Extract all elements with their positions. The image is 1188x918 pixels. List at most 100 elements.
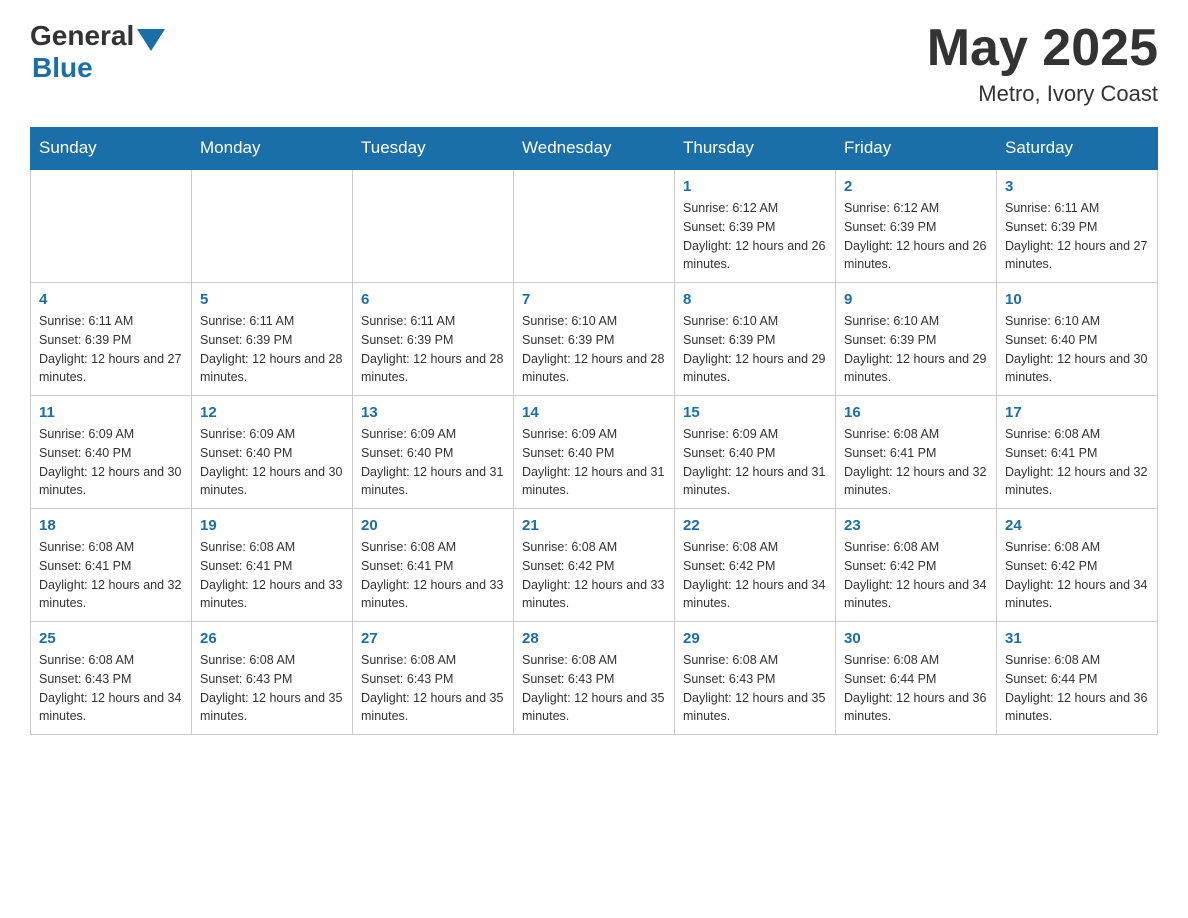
day-info: Sunrise: 6:10 AM Sunset: 6:39 PM Dayligh… [683,312,827,387]
calendar-cell: 21 Sunrise: 6:08 AM Sunset: 6:42 PM Dayli… [514,509,675,622]
day-info: Sunrise: 6:09 AM Sunset: 6:40 PM Dayligh… [361,425,505,500]
calendar-cell: 12 Sunrise: 6:09 AM Sunset: 6:40 PM Dayli… [192,396,353,509]
day-of-week-header: Saturday [997,128,1158,170]
calendar-cell: 5 Sunrise: 6:11 AM Sunset: 6:39 PM Daylig… [192,283,353,396]
day-number: 20 [361,517,505,534]
calendar-cell: 27 Sunrise: 6:08 AM Sunset: 6:43 PM Dayli… [353,622,514,735]
location-title: Metro, Ivory Coast [927,81,1158,107]
day-info: Sunrise: 6:08 AM Sunset: 6:42 PM Dayligh… [522,538,666,613]
calendar-cell: 3 Sunrise: 6:11 AM Sunset: 6:39 PM Daylig… [997,169,1158,283]
calendar-week-row: 18 Sunrise: 6:08 AM Sunset: 6:41 PM Dayli… [31,509,1158,622]
day-number: 17 [1005,404,1149,421]
day-info: Sunrise: 6:08 AM Sunset: 6:43 PM Dayligh… [361,651,505,726]
day-info: Sunrise: 6:10 AM Sunset: 6:39 PM Dayligh… [844,312,988,387]
day-info: Sunrise: 6:08 AM Sunset: 6:41 PM Dayligh… [200,538,344,613]
calendar-cell: 4 Sunrise: 6:11 AM Sunset: 6:39 PM Daylig… [31,283,192,396]
day-info: Sunrise: 6:08 AM Sunset: 6:44 PM Dayligh… [1005,651,1149,726]
calendar-cell: 10Sunrise: 6:10 AM Sunset: 6:40 PM Dayli… [997,283,1158,396]
logo: General Blue [30,20,165,84]
day-info: Sunrise: 6:08 AM Sunset: 6:43 PM Dayligh… [522,651,666,726]
day-info: Sunrise: 6:08 AM Sunset: 6:42 PM Dayligh… [683,538,827,613]
calendar-cell: 16Sunrise: 6:08 AM Sunset: 6:41 PM Dayli… [836,396,997,509]
day-info: Sunrise: 6:08 AM Sunset: 6:44 PM Dayligh… [844,651,988,726]
day-number: 9 [844,291,988,308]
calendar-cell: 1 Sunrise: 6:12 AM Sunset: 6:39 PM Daylig… [675,169,836,283]
day-info: Sunrise: 6:09 AM Sunset: 6:40 PM Dayligh… [200,425,344,500]
calendar-cell: 25 Sunrise: 6:08 AM Sunset: 6:43 PM Dayli… [31,622,192,735]
calendar-cell: 26Sunrise: 6:08 AM Sunset: 6:43 PM Dayli… [192,622,353,735]
day-number: 31 [1005,630,1149,647]
calendar-cell: 20 Sunrise: 6:08 AM Sunset: 6:41 PM Dayli… [353,509,514,622]
day-number: 24 [1005,517,1149,534]
day-info: Sunrise: 6:09 AM Sunset: 6:40 PM Dayligh… [522,425,666,500]
day-info: Sunrise: 6:08 AM Sunset: 6:43 PM Dayligh… [683,651,827,726]
calendar-header: SundayMondayTuesdayWednesdayThursdayFrid… [31,128,1158,170]
days-of-week-row: SundayMondayTuesdayWednesdayThursdayFrid… [31,128,1158,170]
day-info: Sunrise: 6:10 AM Sunset: 6:40 PM Dayligh… [1005,312,1149,387]
calendar-cell: 7 Sunrise: 6:10 AM Sunset: 6:39 PM Daylig… [514,283,675,396]
calendar-cell: 24 Sunrise: 6:08 AM Sunset: 6:42 PM Dayli… [997,509,1158,622]
day-number: 18 [39,517,183,534]
calendar-cell: 19Sunrise: 6:08 AM Sunset: 6:41 PM Dayli… [192,509,353,622]
day-number: 4 [39,291,183,308]
calendar-week-row: 11Sunrise: 6:09 AM Sunset: 6:40 PM Dayli… [31,396,1158,509]
day-of-week-header: Sunday [31,128,192,170]
calendar-cell: 2 Sunrise: 6:12 AM Sunset: 6:39 PM Daylig… [836,169,997,283]
day-number: 23 [844,517,988,534]
day-number: 28 [522,630,666,647]
day-number: 2 [844,178,988,195]
calendar-cell: 29 Sunrise: 6:08 AM Sunset: 6:43 PM Dayli… [675,622,836,735]
day-number: 27 [361,630,505,647]
day-info: Sunrise: 6:08 AM Sunset: 6:41 PM Dayligh… [361,538,505,613]
day-number: 14 [522,404,666,421]
calendar-cell: 18 Sunrise: 6:08 AM Sunset: 6:41 PM Dayli… [31,509,192,622]
calendar-cell: 17Sunrise: 6:08 AM Sunset: 6:41 PM Dayli… [997,396,1158,509]
day-info: Sunrise: 6:08 AM Sunset: 6:41 PM Dayligh… [39,538,183,613]
day-info: Sunrise: 6:08 AM Sunset: 6:42 PM Dayligh… [844,538,988,613]
month-title: May 2025 [927,20,1158,77]
calendar-cell: 30 Sunrise: 6:08 AM Sunset: 6:44 PM Dayli… [836,622,997,735]
calendar-cell [514,169,675,283]
day-number: 30 [844,630,988,647]
calendar-cell: 11Sunrise: 6:09 AM Sunset: 6:40 PM Dayli… [31,396,192,509]
day-number: 5 [200,291,344,308]
day-info: Sunrise: 6:08 AM Sunset: 6:42 PM Dayligh… [1005,538,1149,613]
day-info: Sunrise: 6:11 AM Sunset: 6:39 PM Dayligh… [361,312,505,387]
calendar-cell [31,169,192,283]
day-number: 12 [200,404,344,421]
day-of-week-header: Thursday [675,128,836,170]
day-number: 21 [522,517,666,534]
day-of-week-header: Tuesday [353,128,514,170]
day-of-week-header: Wednesday [514,128,675,170]
calendar-cell [353,169,514,283]
title-area: May 2025 Metro, Ivory Coast [927,20,1158,107]
calendar-week-row: 25 Sunrise: 6:08 AM Sunset: 6:43 PM Dayli… [31,622,1158,735]
calendar-cell: 13Sunrise: 6:09 AM Sunset: 6:40 PM Dayli… [353,396,514,509]
day-info: Sunrise: 6:08 AM Sunset: 6:43 PM Dayligh… [39,651,183,726]
calendar-body: 1 Sunrise: 6:12 AM Sunset: 6:39 PM Daylig… [31,169,1158,735]
day-number: 29 [683,630,827,647]
day-number: 1 [683,178,827,195]
calendar-week-row: 4 Sunrise: 6:11 AM Sunset: 6:39 PM Daylig… [31,283,1158,396]
day-info: Sunrise: 6:08 AM Sunset: 6:43 PM Dayligh… [200,651,344,726]
day-info: Sunrise: 6:11 AM Sunset: 6:39 PM Dayligh… [200,312,344,387]
day-info: Sunrise: 6:11 AM Sunset: 6:39 PM Dayligh… [39,312,183,387]
day-number: 15 [683,404,827,421]
day-info: Sunrise: 6:09 AM Sunset: 6:40 PM Dayligh… [683,425,827,500]
day-number: 25 [39,630,183,647]
day-info: Sunrise: 6:10 AM Sunset: 6:39 PM Dayligh… [522,312,666,387]
page-header: General Blue May 2025 Metro, Ivory Coast [30,20,1158,107]
calendar-cell: 28 Sunrise: 6:08 AM Sunset: 6:43 PM Dayli… [514,622,675,735]
calendar-cell: 23 Sunrise: 6:08 AM Sunset: 6:42 PM Dayli… [836,509,997,622]
calendar-cell: 31 Sunrise: 6:08 AM Sunset: 6:44 PM Dayli… [997,622,1158,735]
day-info: Sunrise: 6:11 AM Sunset: 6:39 PM Dayligh… [1005,199,1149,274]
day-number: 3 [1005,178,1149,195]
calendar-cell: 14 Sunrise: 6:09 AM Sunset: 6:40 PM Dayli… [514,396,675,509]
day-info: Sunrise: 6:12 AM Sunset: 6:39 PM Dayligh… [844,199,988,274]
day-number: 7 [522,291,666,308]
day-info: Sunrise: 6:08 AM Sunset: 6:41 PM Dayligh… [844,425,988,500]
calendar-cell: 15 Sunrise: 6:09 AM Sunset: 6:40 PM Dayli… [675,396,836,509]
logo-general-text: General [30,20,134,52]
calendar-cell: 6Sunrise: 6:11 AM Sunset: 6:39 PM Daylig… [353,283,514,396]
day-info: Sunrise: 6:12 AM Sunset: 6:39 PM Dayligh… [683,199,827,274]
